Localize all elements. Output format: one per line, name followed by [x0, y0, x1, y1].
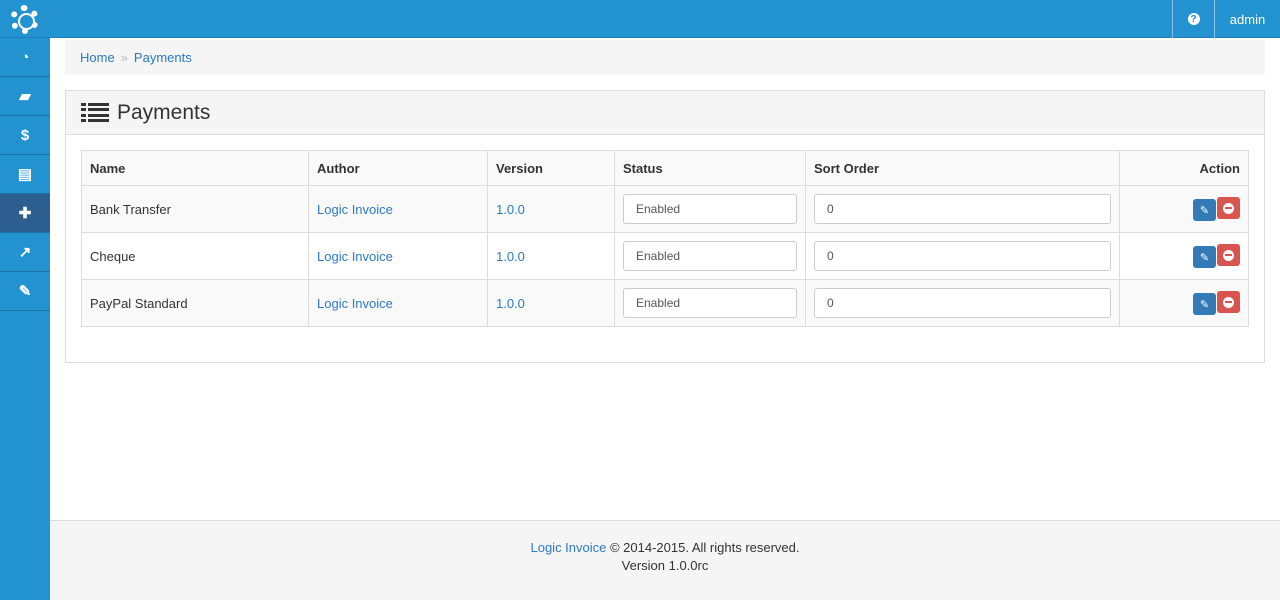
- pencil-icon: ✎: [1199, 204, 1210, 217]
- sort-order-input[interactable]: 0: [814, 194, 1111, 224]
- col-name: Name: [81, 150, 309, 186]
- chevron-double-right-icon: »: [120, 50, 128, 65]
- sidebar-item-dashboard[interactable]: ◔: [0, 38, 50, 77]
- table-row: PayPal Standard Logic Invoice 1.0.0 Enab…: [81, 279, 1249, 327]
- payments-panel: Payments Name Author Version Status Sort…: [65, 90, 1265, 363]
- col-version: Version: [487, 150, 615, 186]
- user-menu[interactable]: admin: [1215, 0, 1280, 38]
- table-row: Bank Transfer Logic Invoice 1.0.0 Enable…: [81, 185, 1249, 233]
- status-select[interactable]: Enabled: [623, 241, 797, 271]
- sidebar-item-content[interactable]: ▤: [0, 155, 50, 194]
- book-icon: ▰: [19, 88, 31, 105]
- col-action: Action: [1119, 150, 1249, 186]
- version-link[interactable]: 1.0.0: [496, 296, 525, 311]
- sort-order-input[interactable]: 0: [814, 241, 1111, 271]
- payment-name: Cheque: [81, 232, 309, 280]
- sidebar-item-catalog[interactable]: ▰: [0, 77, 50, 116]
- uninstall-button[interactable]: [1217, 291, 1240, 313]
- footer: Logic Invoice © 2014-2015. All rights re…: [50, 520, 1280, 600]
- page-title: Payments: [117, 100, 211, 124]
- puzzle-icon: ✚: [18, 205, 32, 222]
- minus-circle-icon: [1223, 249, 1234, 261]
- help-button[interactable]: ?: [1172, 0, 1215, 38]
- version-link[interactable]: 1.0.0: [496, 249, 525, 264]
- minus-circle-icon: [1223, 296, 1234, 308]
- uninstall-button[interactable]: [1217, 244, 1240, 266]
- payment-name: Bank Transfer: [81, 185, 309, 233]
- status-select[interactable]: Enabled: [623, 288, 797, 318]
- breadcrumb-home[interactable]: Home: [80, 50, 115, 65]
- sidebar-item-settings[interactable]: ✎: [0, 272, 50, 311]
- logo-icon[interactable]: [10, 5, 39, 34]
- sidebar-item-reports[interactable]: ↗: [0, 233, 50, 272]
- author-link[interactable]: Logic Invoice: [317, 202, 393, 217]
- col-author: Author: [308, 150, 488, 186]
- edit-button[interactable]: ✎: [1193, 246, 1216, 268]
- list-icon: [81, 102, 109, 123]
- author-link[interactable]: Logic Invoice: [317, 249, 393, 264]
- edit-button[interactable]: ✎: [1193, 293, 1216, 315]
- footer-brand-link[interactable]: Logic Invoice: [530, 540, 606, 555]
- version-link[interactable]: 1.0.0: [496, 202, 525, 217]
- footer-copyright: © 2014-2015. All rights reserved.: [606, 540, 800, 555]
- author-link[interactable]: Logic Invoice: [317, 296, 393, 311]
- col-status: Status: [614, 150, 806, 186]
- panel-header: Payments: [66, 91, 1264, 135]
- dashboard-icon: ◔: [20, 48, 30, 66]
- pencil-icon: ✎: [1199, 251, 1210, 264]
- payments-table: Name Author Version Status Sort Order Ac…: [81, 150, 1249, 327]
- status-select[interactable]: Enabled: [623, 194, 797, 224]
- newspaper-icon: ▤: [17, 166, 33, 183]
- sort-order-input[interactable]: 0: [814, 288, 1111, 318]
- top-navbar: ? admin: [0, 0, 1280, 38]
- pencil-icon: ✎: [1199, 298, 1210, 311]
- dollar-icon: $: [20, 126, 30, 144]
- col-sort-order: Sort Order: [805, 150, 1120, 186]
- question-circle-icon: ?: [1187, 13, 1200, 25]
- line-chart-icon: ↗: [18, 244, 32, 261]
- sidebar: ◔ ▰ $ ▤ ✚ ↗ ✎: [0, 38, 50, 600]
- table-row: Cheque Logic Invoice 1.0.0 Enabled 0 ✎: [81, 232, 1249, 280]
- payment-name: PayPal Standard: [81, 279, 309, 327]
- sidebar-item-sales[interactable]: $: [0, 116, 50, 155]
- minus-circle-icon: [1223, 202, 1234, 214]
- sidebar-item-extensions[interactable]: ✚: [0, 194, 50, 233]
- wrench-icon: ✎: [18, 283, 32, 300]
- breadcrumb-payments[interactable]: Payments: [134, 50, 192, 65]
- uninstall-button[interactable]: [1217, 197, 1240, 219]
- footer-version: Version 1.0.0rc: [621, 558, 709, 573]
- breadcrumb: Home » Payments: [65, 40, 1265, 75]
- edit-button[interactable]: ✎: [1193, 199, 1216, 221]
